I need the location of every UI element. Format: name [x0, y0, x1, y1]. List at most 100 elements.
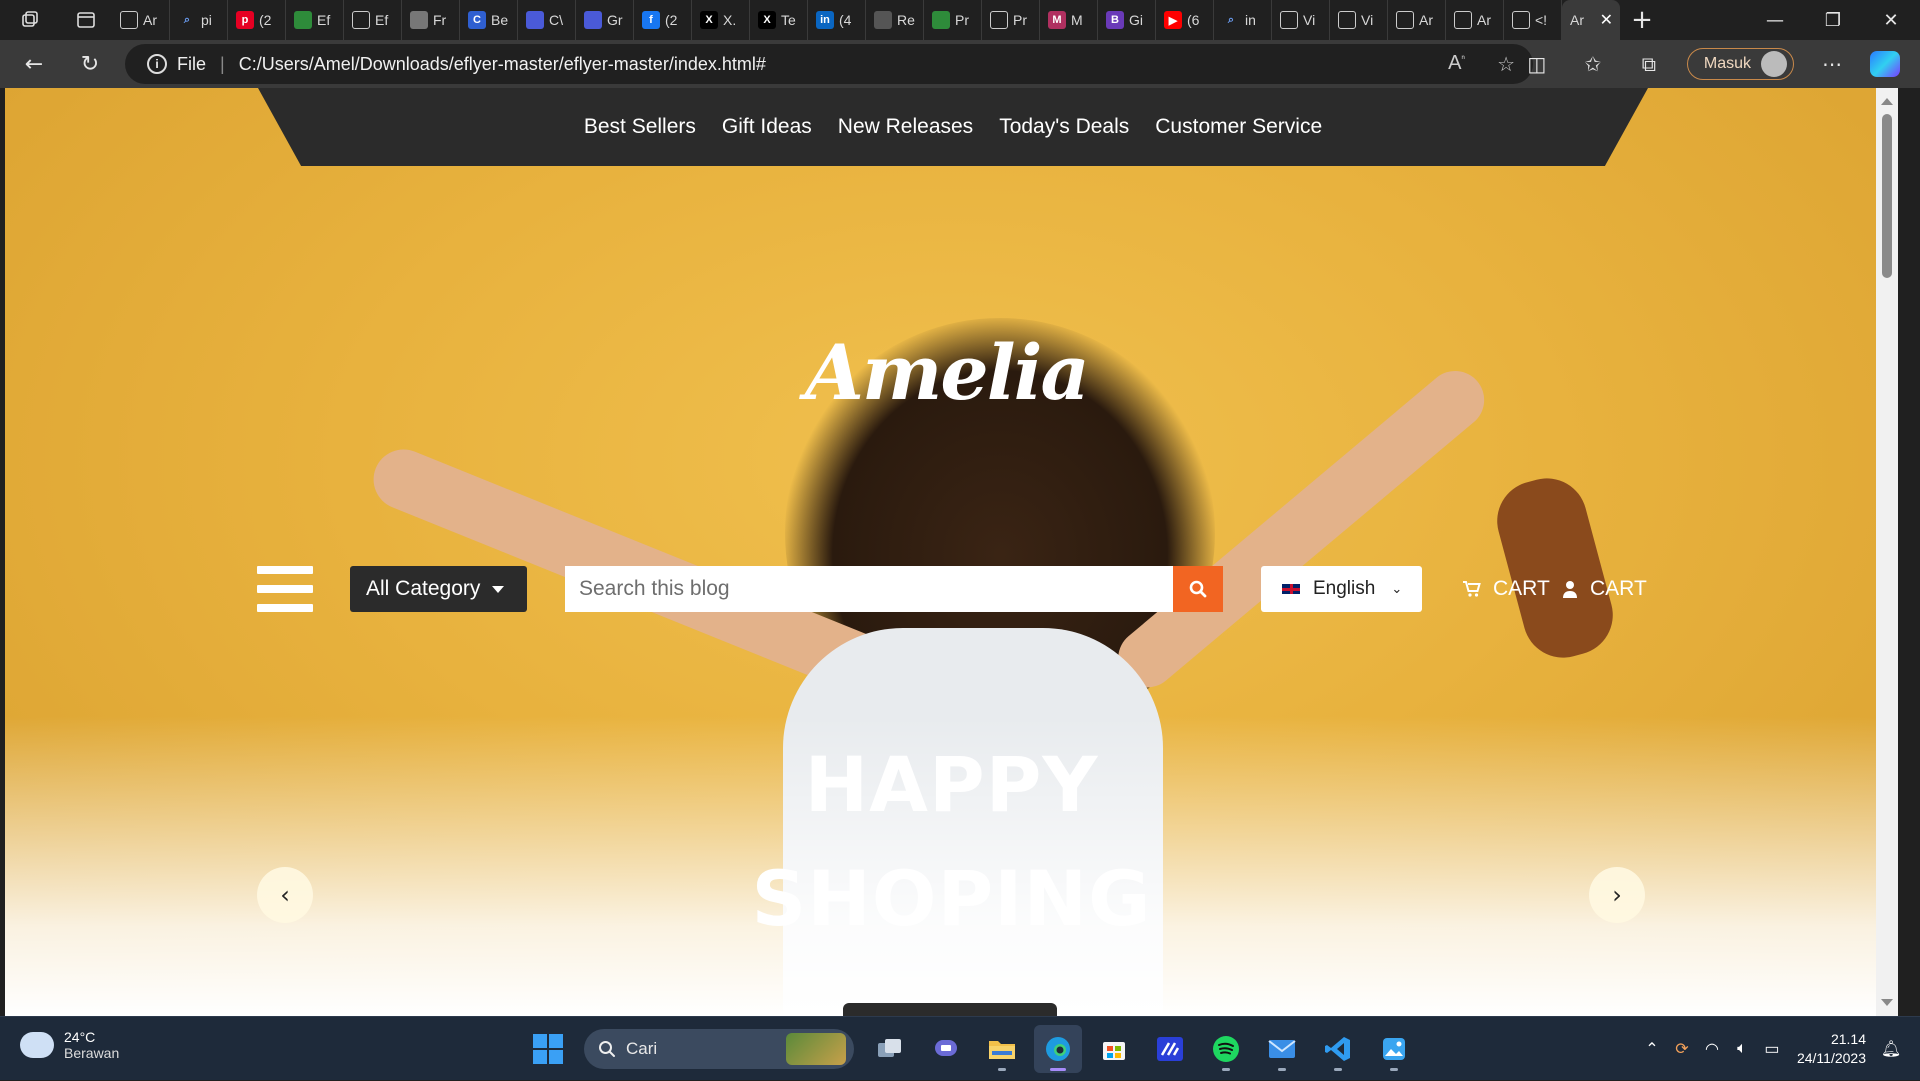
tab-label: Ar: [143, 12, 157, 28]
nav-link[interactable]: Today's Deals: [999, 115, 1129, 139]
tab[interactable]: X X.: [692, 0, 750, 40]
taskbar-search-label: Cari: [626, 1039, 658, 1058]
tab[interactable]: Vi: [1330, 0, 1388, 40]
category-dropdown[interactable]: All Category: [350, 566, 527, 612]
m-favicon-icon: M: [1048, 11, 1066, 29]
ms-store-icon[interactable]: [1090, 1025, 1138, 1073]
site-logo[interactable]: Amelia: [805, 303, 1090, 443]
tab[interactable]: ▶ (6: [1156, 0, 1214, 40]
x-favicon-icon: X: [700, 11, 718, 29]
tab[interactable]: Re: [866, 0, 924, 40]
start-button[interactable]: [524, 1025, 572, 1073]
tab[interactable]: Ar: [1446, 0, 1504, 40]
mail-icon[interactable]: [1258, 1025, 1306, 1073]
tab[interactable]: Pr: [924, 0, 982, 40]
tab[interactable]: Pr: [982, 0, 1040, 40]
more-menu-icon[interactable]: ⋯: [1804, 44, 1860, 84]
file-explorer-icon[interactable]: [978, 1025, 1026, 1073]
weather-widget[interactable]: 24°C Berawan: [14, 1024, 119, 1061]
search-button[interactable]: [1173, 566, 1223, 612]
monitor-favicon-icon: [584, 11, 602, 29]
tab[interactable]: in (4: [808, 0, 866, 40]
favorites-icon[interactable]: ✩: [1565, 44, 1621, 84]
tab[interactable]: Ar: [112, 0, 170, 40]
teams-chat-icon[interactable]: [922, 1025, 970, 1073]
clock[interactable]: 21.14 24/11/2023: [1797, 1030, 1866, 1068]
avatar: [1761, 51, 1787, 77]
read-aloud-icon[interactable]: Aⁿ: [1448, 52, 1465, 77]
cart-link[interactable]: CART: [1463, 566, 1550, 612]
search-favicon-icon: ⌕: [183, 13, 191, 26]
wifi-icon[interactable]: ◠: [1697, 1039, 1727, 1059]
volume-icon[interactable]: 🔈︎: [1727, 1040, 1757, 1058]
tab-actions-icon[interactable]: [60, 0, 112, 40]
back-button[interactable]: ←: [10, 44, 58, 84]
youtube-favicon-icon: ▶: [1164, 11, 1182, 29]
hero-title-line1: HAPPY: [804, 740, 1099, 829]
tab[interactable]: C\: [518, 0, 576, 40]
battery-icon[interactable]: ▭: [1757, 1039, 1787, 1059]
nav-link[interactable]: New Releases: [838, 115, 973, 139]
address-bar[interactable]: i File | C:/Users/Amel/Downloads/eflyer-…: [125, 44, 1533, 84]
tab-label: Ef: [375, 12, 389, 28]
tab[interactable]: B Gi: [1098, 0, 1156, 40]
site-info-icon[interactable]: i: [147, 54, 167, 74]
scroll-down-icon[interactable]: [1881, 999, 1893, 1006]
tab[interactable]: MM: [1040, 0, 1098, 40]
url-text[interactable]: C:/Users/Amel/Downloads/eflyer-master/ef…: [239, 54, 766, 75]
tab[interactable]: Ef: [286, 0, 344, 40]
tab[interactable]: <!: [1504, 0, 1562, 40]
tab-label: Gr: [607, 12, 623, 28]
address-separator: |: [220, 53, 225, 74]
tab[interactable]: Ar: [1388, 0, 1446, 40]
notification-bell-icon[interactable]: 🔔︎: [1876, 1039, 1906, 1059]
refresh-button[interactable]: ↻: [66, 44, 114, 84]
split-screen-icon[interactable]: ◫: [1509, 44, 1565, 84]
doc-favicon-icon: [352, 11, 370, 29]
profile-button[interactable]: Masuk: [1686, 48, 1794, 80]
web-page: Best Sellers Gift Ideas New Releases Today'…: [5, 88, 1898, 1016]
tab[interactable]: Ef: [344, 0, 402, 40]
tab[interactable]: X Te: [750, 0, 808, 40]
tab[interactable]: f (2: [634, 0, 692, 40]
copilot-icon[interactable]: [1870, 51, 1900, 77]
tab-label: (2: [259, 12, 272, 28]
workspaces-icon[interactable]: [0, 0, 60, 40]
tab-active[interactable]: Ar ✕: [1562, 0, 1620, 40]
menu-toggle-icon[interactable]: [257, 566, 313, 612]
hero-button-edge[interactable]: [843, 1003, 1057, 1016]
language-select[interactable]: English ⌄: [1261, 566, 1422, 612]
scroll-up-icon[interactable]: [1881, 98, 1893, 105]
tab[interactable]: p (2: [228, 0, 286, 40]
sync-icon[interactable]: ⟳: [1667, 1039, 1697, 1059]
nav-link[interactable]: Customer Service: [1155, 115, 1322, 139]
task-view-icon[interactable]: [866, 1025, 914, 1073]
tab[interactable]: Gr: [576, 0, 634, 40]
tab[interactable]: ⌕ pi: [170, 0, 228, 40]
taskbar-search[interactable]: Cari: [584, 1029, 854, 1069]
account-link[interactable]: CART: [1562, 566, 1647, 612]
new-tab-button[interactable]: +: [1620, 0, 1664, 40]
b-favicon-icon: B: [1106, 11, 1124, 29]
tab[interactable]: Vi: [1272, 0, 1330, 40]
collections-icon[interactable]: ⧉: [1621, 44, 1677, 84]
page-scrollbar[interactable]: [1876, 88, 1898, 1016]
minimize-icon[interactable]: —: [1746, 0, 1804, 40]
photos-icon[interactable]: [1370, 1025, 1418, 1073]
nav-link[interactable]: Best Sellers: [584, 115, 696, 139]
visual-studio-icon[interactable]: [1146, 1025, 1194, 1073]
close-tab-icon[interactable]: ✕: [1600, 10, 1613, 30]
tab[interactable]: Fr: [402, 0, 460, 40]
chevron-up-icon[interactable]: ⌃: [1637, 1039, 1667, 1059]
scroll-thumb[interactable]: [1882, 114, 1892, 278]
nav-link[interactable]: Gift Ideas: [722, 115, 812, 139]
spotify-icon[interactable]: [1202, 1025, 1250, 1073]
close-window-icon[interactable]: ✕: [1862, 0, 1920, 40]
search-input[interactable]: [565, 566, 1173, 612]
vscode-icon[interactable]: [1314, 1025, 1362, 1073]
tab-label: in: [1245, 12, 1256, 28]
tab[interactable]: C Be: [460, 0, 518, 40]
edge-browser-icon[interactable]: [1034, 1025, 1082, 1073]
tab[interactable]: ⌕ in: [1214, 0, 1272, 40]
restore-icon[interactable]: ❐: [1804, 0, 1862, 40]
